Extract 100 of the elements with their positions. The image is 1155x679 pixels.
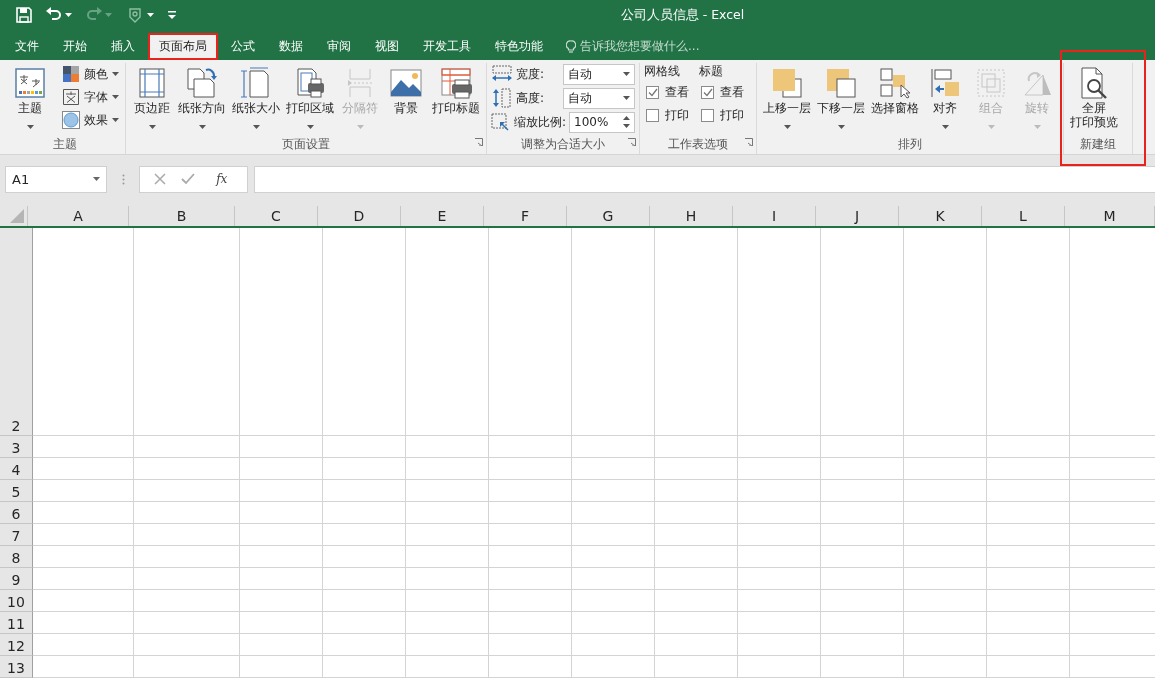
sheet-cell[interactable]: [738, 656, 821, 678]
row-header[interactable]: 12: [0, 634, 33, 656]
checkmark-icon: [702, 88, 713, 97]
ribbon-tab[interactable]: 页面布局: [148, 33, 218, 60]
caret-icon: [1033, 125, 1041, 129]
ribbon-button[interactable]: 上移一层: [761, 63, 814, 135]
ribbon-button[interactable]: 对齐: [923, 63, 968, 135]
insert-function-button[interactable]: fx: [210, 171, 234, 187]
ribbon-tab[interactable]: 开始: [52, 33, 98, 60]
align-icon: [929, 67, 962, 99]
ribbon-button[interactable]: 打印标题: [430, 63, 482, 135]
row-header[interactable]: 9: [0, 568, 33, 590]
sheet-cell[interactable]: [489, 656, 572, 678]
row-header[interactable]: 6: [0, 502, 33, 524]
sheet-cell[interactable]: [134, 656, 240, 678]
margins-icon: [138, 67, 166, 99]
ribbon-button[interactable]: 效果: [60, 110, 121, 130]
checkbox[interactable]: 查看: [699, 83, 745, 102]
selection-pane-icon: [879, 67, 912, 99]
sheet-cell[interactable]: [406, 656, 489, 678]
ribbon-tab[interactable]: 特色功能: [484, 33, 554, 60]
ribbon-button[interactable]: 颜色: [60, 64, 121, 84]
checkbox[interactable]: 打印: [644, 106, 690, 125]
ribbon-button[interactable]: 下移一层: [815, 63, 868, 135]
checkbox[interactable]: 查看: [644, 83, 690, 102]
formula-input[interactable]: [254, 165, 1155, 193]
checkmark-icon: [647, 88, 658, 97]
row-header[interactable]: 2: [0, 228, 33, 436]
sheet-cell[interactable]: [655, 656, 738, 678]
row-header[interactable]: 10: [0, 590, 33, 612]
grip-icon: [121, 173, 125, 185]
ribbon-button[interactable]: 纸张方向: [176, 63, 228, 135]
caret-icon: [198, 125, 206, 129]
print-area-icon: [294, 67, 326, 99]
ribbon-tab[interactable]: 审阅: [316, 33, 362, 60]
ribbon-button[interactable]: 字体: [60, 87, 121, 107]
orientation-icon: [186, 67, 218, 99]
group-label: 新建组: [1080, 136, 1117, 153]
sheet-cell[interactable]: [33, 656, 134, 678]
window-title: 公司人员信息 - Excel: [619, 7, 745, 22]
sheet-cell[interactable]: [821, 656, 904, 678]
dialog-launcher-icon: [475, 138, 483, 146]
caret-icon: [623, 96, 631, 100]
spin-field[interactable]: 100%: [569, 111, 636, 133]
checkbox[interactable]: 打印: [699, 106, 745, 125]
name-box[interactable]: A1: [5, 165, 107, 193]
ribbon-tab[interactable]: 插入: [100, 33, 146, 60]
row-header[interactable]: 11: [0, 612, 33, 634]
touch-button[interactable]: [126, 5, 154, 25]
ribbon-tab[interactable]: 数据: [268, 33, 314, 60]
row-header[interactable]: 7: [0, 524, 33, 546]
font-icon: [62, 88, 80, 106]
sheet-cell[interactable]: [240, 656, 323, 678]
row-header[interactable]: 3: [0, 436, 33, 458]
ribbon-button[interactable]: 选择窗格: [869, 63, 922, 135]
sheet-cell[interactable]: [987, 656, 1070, 678]
caret-icon: [941, 125, 949, 129]
scale-icon: [491, 113, 511, 131]
ribbon-tab[interactable]: 开发工具: [412, 33, 482, 60]
save-button[interactable]: [16, 5, 32, 25]
option-heading: 标题: [699, 63, 725, 79]
field-label: 高度:: [516, 89, 545, 107]
redo-icon: [86, 7, 102, 23]
caret-icon: [147, 13, 154, 17]
tell-me-search[interactable]: 告诉我您想要做什么...: [580, 38, 700, 55]
touch-mode-icon: [126, 7, 144, 23]
lightbulb-icon: [566, 39, 576, 54]
row-header[interactable]: 13: [0, 656, 33, 678]
caret-icon: [112, 95, 119, 99]
field-label: 宽度:: [516, 65, 545, 83]
ribbon-button[interactable]: 纸张大小: [230, 63, 282, 135]
caret-icon: [65, 13, 72, 17]
ribbon-button[interactable]: 打印区域: [284, 63, 336, 135]
caret-icon: [623, 72, 631, 76]
row-header[interactable]: 4: [0, 458, 33, 480]
cancel-icon: [153, 173, 166, 185]
ribbon-button[interactable]: 主题: [8, 63, 52, 135]
dialog-launcher-icon: [628, 138, 637, 146]
ribbon-button[interactable]: 页边距: [130, 63, 174, 135]
height-icon: [491, 88, 513, 108]
group-label: 调整为合适大小: [520, 136, 606, 153]
caret-icon: [105, 13, 112, 17]
row-header[interactable]: 5: [0, 480, 33, 502]
option-heading: 网格线: [644, 63, 682, 79]
row-header[interactable]: 8: [0, 546, 33, 568]
group-label: 主题: [51, 136, 78, 153]
ribbon-tab[interactable]: 文件: [4, 33, 50, 60]
dropdown-field[interactable]: 自动: [563, 63, 636, 85]
group-label: 排列: [897, 136, 924, 153]
ribbon-button[interactable]: 背景: [384, 63, 428, 135]
page-break-icon: [346, 67, 374, 99]
caret-icon: [112, 118, 119, 122]
sheet-cell[interactable]: [904, 656, 987, 678]
sheet-cell[interactable]: [572, 656, 655, 678]
sheet-cell[interactable]: [323, 656, 406, 678]
ribbon-button[interactable]: 全屏 打印预览: [1068, 63, 1121, 135]
bring-forward-icon: [771, 67, 804, 99]
ribbon-tab[interactable]: 视图: [364, 33, 410, 60]
ribbon-tab[interactable]: 公式: [220, 33, 266, 60]
dropdown-field[interactable]: 自动: [563, 87, 636, 109]
